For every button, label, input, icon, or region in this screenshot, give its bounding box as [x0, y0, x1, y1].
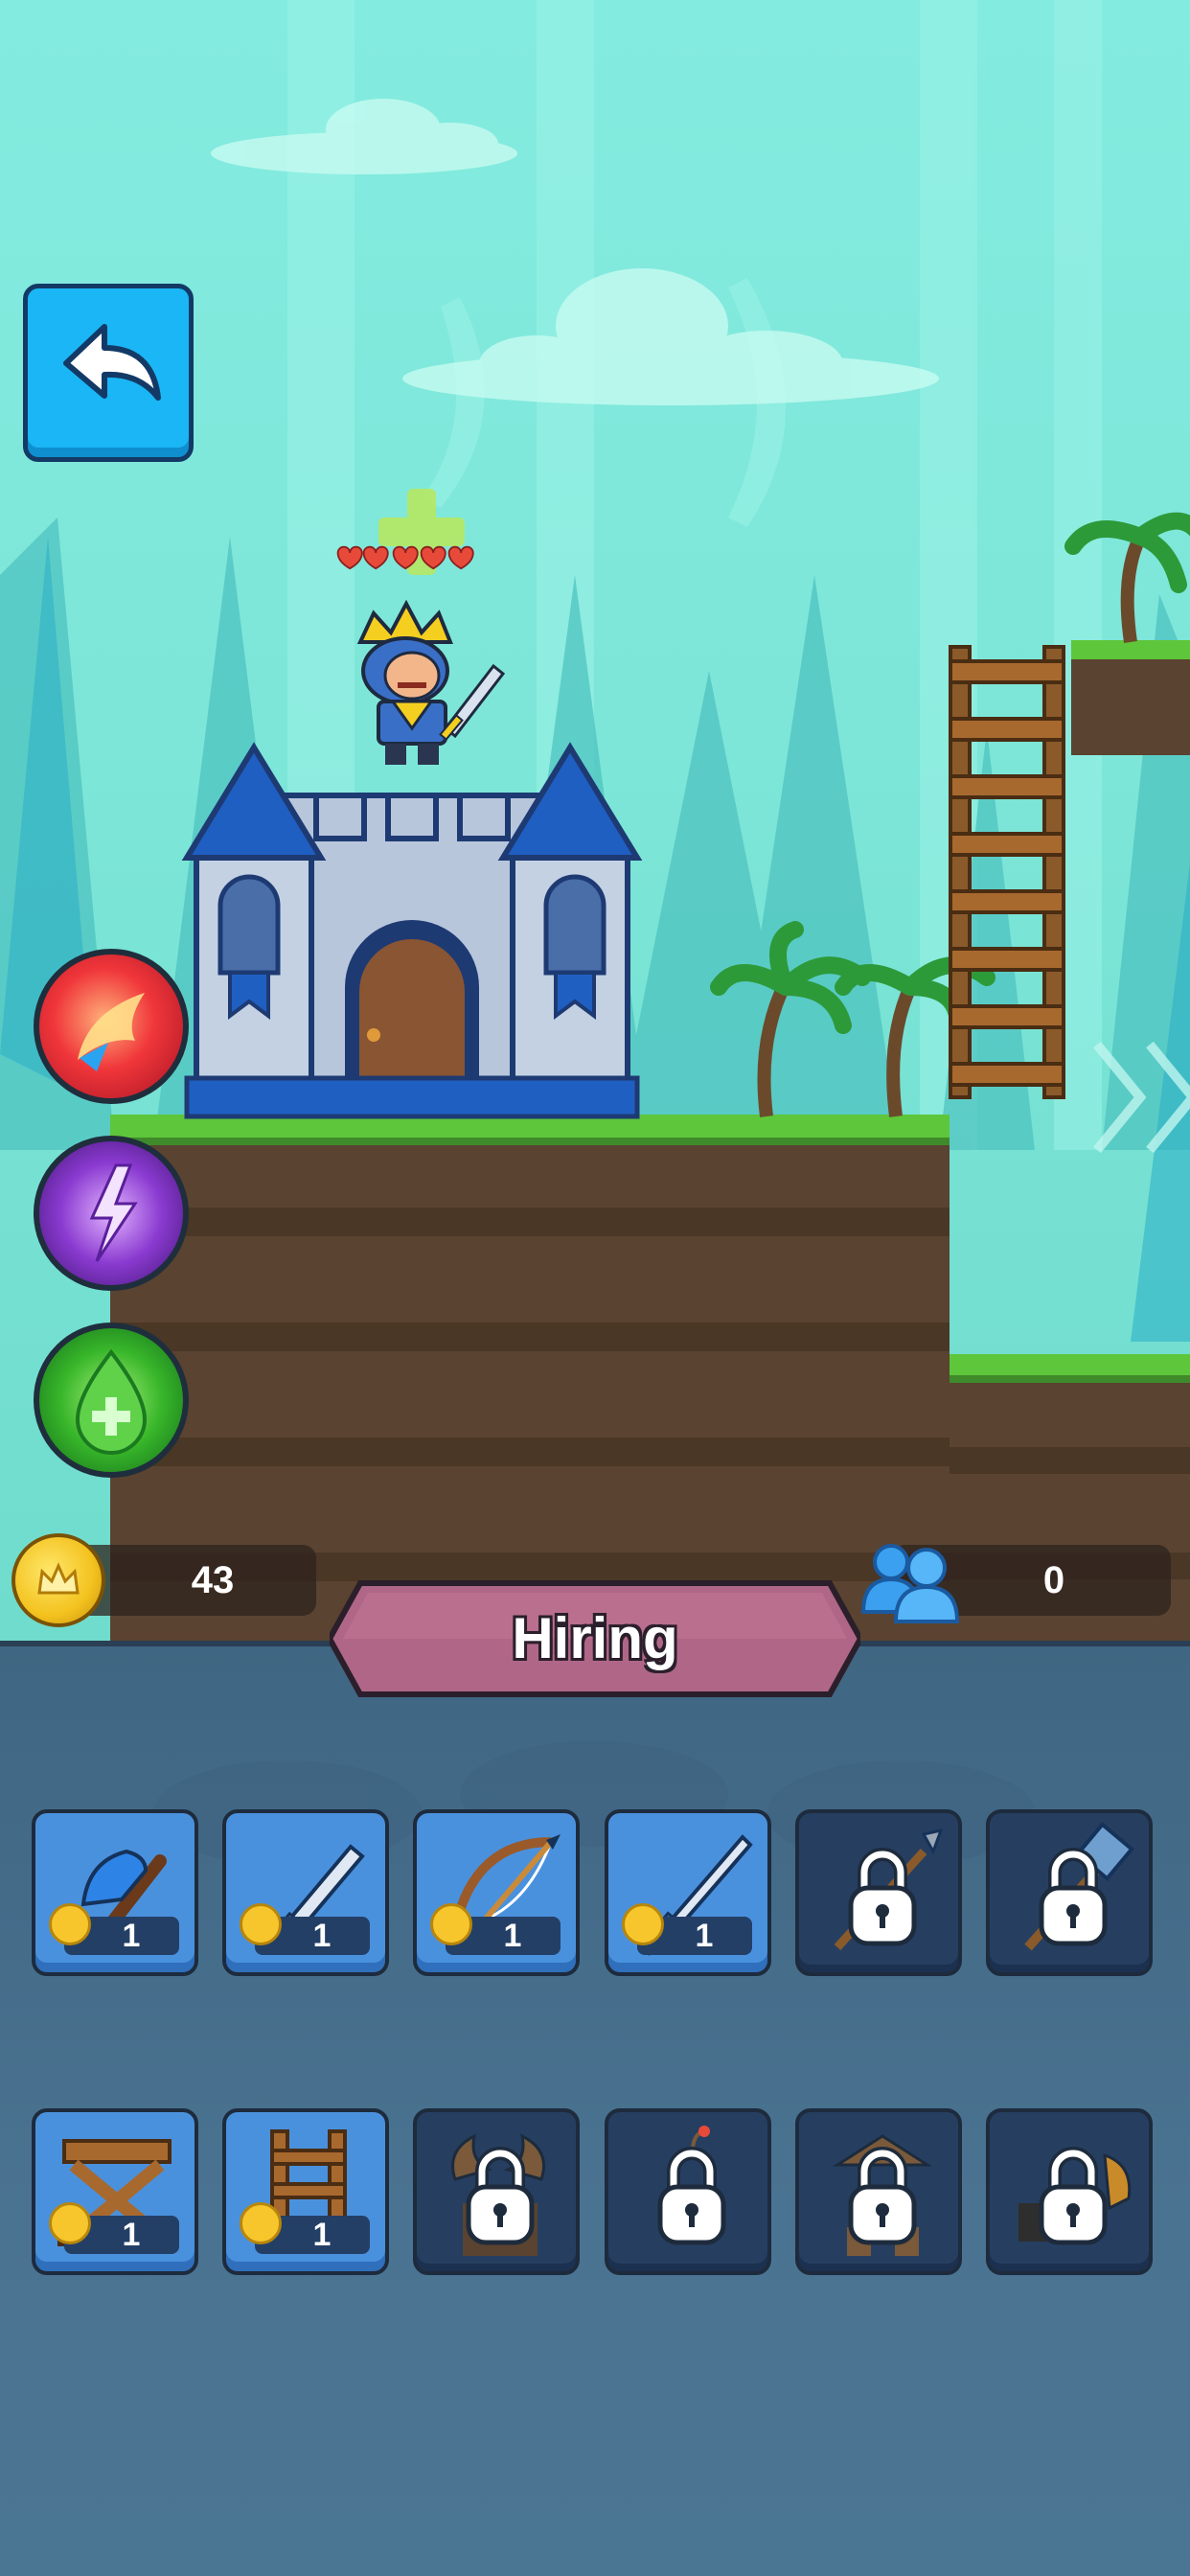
cost-value: 1: [312, 2217, 332, 2253]
cost-value: 1: [122, 1918, 141, 1954]
hiring-title: Hiring: [512, 1606, 678, 1670]
hire-slot-hammer[interactable]: [986, 1809, 1153, 1976]
hire-slot-spear[interactable]: [795, 1809, 962, 1976]
lock-icon: [1039, 1848, 1108, 1946]
health-hearts: [336, 545, 474, 570]
game-scene: 43 0: [0, 0, 1190, 1641]
cost-value: 1: [312, 1918, 332, 1954]
hiring-banner: Hiring: [330, 1579, 860, 1698]
coin-count: 43: [191, 1559, 235, 1601]
lock-icon: [657, 2147, 726, 2245]
coin-icon: [240, 2202, 282, 2244]
cost-tag: 1: [240, 1903, 370, 1955]
heal-skill-button[interactable]: [34, 1322, 189, 1478]
lock-icon: [1039, 2147, 1108, 2245]
back-arrow-icon: [63, 324, 161, 401]
cost-tag: 1: [49, 1903, 179, 1955]
hire-slot-cannon[interactable]: [986, 2108, 1153, 2275]
bomb-icon: [691, 2126, 710, 2151]
cost-value: 1: [695, 1918, 714, 1954]
cost-tag: 1: [430, 1903, 561, 1955]
coin-icon: [11, 1533, 105, 1627]
lightning-skill-button[interactable]: [34, 1136, 189, 1291]
hire-slot-bow[interactable]: 1: [413, 1809, 580, 1976]
hire-slot-tower[interactable]: [795, 2108, 962, 2275]
coin-icon: [49, 2202, 91, 2244]
coin-icon: [622, 1903, 664, 1945]
king-character: [336, 489, 506, 765]
cost-tag: 1: [49, 2202, 179, 2254]
hire-slot-bomb[interactable]: [605, 2108, 771, 2275]
lightning-icon: [89, 1163, 138, 1262]
hire-slot-horned-unit[interactable]: [413, 2108, 580, 2275]
fire-meteor-icon: [78, 993, 145, 1071]
heal-drop-icon: [75, 1348, 148, 1455]
hire-slot-axe[interactable]: 1: [32, 1809, 198, 1976]
population-count: 0: [1042, 1559, 1065, 1601]
coin-icon: [240, 1903, 282, 1945]
hire-slot-sword[interactable]: 1: [222, 1809, 389, 1976]
cost-value: 1: [122, 2217, 141, 2253]
people-icon: [860, 1544, 960, 1623]
cost-tag: 1: [622, 1903, 752, 1955]
lock-icon: [466, 2147, 535, 2245]
cost-tag: 1: [240, 2202, 370, 2254]
lock-icon: [848, 1848, 917, 1946]
hire-slot-barricade[interactable]: 1: [32, 2108, 198, 2275]
castle: [181, 742, 643, 1119]
cost-value: 1: [503, 1918, 522, 1954]
back-button[interactable]: [23, 284, 194, 462]
coin-icon: [430, 1903, 472, 1945]
fire-skill-button[interactable]: [34, 949, 189, 1104]
coin-icon: [49, 1903, 91, 1945]
hire-slot-long-sword[interactable]: 1: [605, 1809, 771, 1976]
lock-icon: [848, 2147, 917, 2245]
hire-slot-ladder[interactable]: 1: [222, 2108, 389, 2275]
